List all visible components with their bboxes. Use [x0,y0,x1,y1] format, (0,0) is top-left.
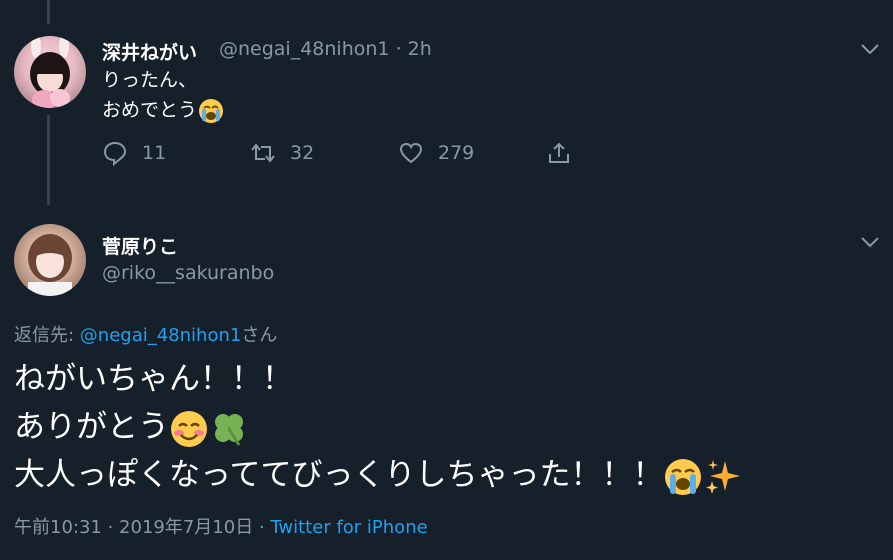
like-count: 279 [438,142,475,164]
heart-icon [399,142,423,164]
avatar-image [30,36,70,108]
four-leaf-clover-icon [215,413,243,446]
loudly-crying-face-icon [199,98,224,123]
chevron-down-icon[interactable] [860,43,880,55]
tweet-text-span: おめでとう [102,99,198,121]
user-handle[interactable]: @riko__sakuranbo [102,262,274,284]
tweet-time[interactable]: 2h [408,38,432,60]
thread-line-top [47,0,50,24]
separator: · [253,517,271,538]
tweet-text-line: りったん、 [102,69,198,91]
tweet-text-line: おめでとう [102,95,225,125]
reply-count: 11 [142,142,167,164]
reply-to-label: 返信先: [14,325,80,346]
tweet-text-line: ねがいちゃん！！！ [14,361,293,397]
reply-to-context: 返信先: @negai_48nihon1さん [14,321,277,347]
display-name[interactable]: 菅原りこ [102,232,178,259]
tweet-date[interactable]: 2019年7月10日 [119,517,253,538]
separator: · [395,38,402,60]
separator: · [101,517,120,538]
handle-text: @negai_48nihon1 [219,38,390,60]
retweet-button[interactable]: 32 [250,140,314,166]
reply-to-suffix: さん [241,325,278,346]
reply-button[interactable]: 11 [102,140,166,166]
tweet-text-span: ありがとう [14,409,169,445]
avatar[interactable] [14,224,86,296]
display-name[interactable]: 深井ねがい [102,38,197,65]
retweet-count: 32 [290,142,315,164]
tweet-text-span: 大人っぽくなっててびっくりしちゃった！！！ [14,457,664,493]
tweet-time[interactable]: 午前10:31 [14,517,102,538]
tweet-text-line: ありがとう [14,403,743,451]
share-button[interactable] [546,140,586,166]
chevron-down-icon[interactable] [860,236,880,248]
thread-line [47,115,50,205]
share-icon [549,142,569,163]
tweet-metadata: 午前10:31 · 2019年7月10日 · Twitter for iPhon… [14,513,428,539]
reply-icon [103,141,127,166]
tweet-source-link[interactable]: Twitter for iPhone [270,517,427,538]
smiling-face-with-blush-icon [171,410,207,447]
retweet-icon [251,143,275,163]
tweet-text: ねがいちゃん！！！ ありがとう 大人っぽくなっててびっくりしちゃった！！！ [14,355,743,499]
loudly-crying-face-icon [665,458,702,495]
avatar-image [28,234,72,296]
avatar[interactable] [14,36,86,108]
tweet-text: りったん、 おめでとう [102,65,225,125]
reply-to-link[interactable]: @negai_48nihon1 [80,325,242,346]
sparkles-icon [706,459,741,494]
tweet-text-line: 大人っぽくなっててびっくりしちゃった！！！ [14,451,743,499]
user-handle[interactable]: @negai_48nihon1 · 2h [219,38,432,60]
like-button[interactable]: 279 [398,140,474,166]
